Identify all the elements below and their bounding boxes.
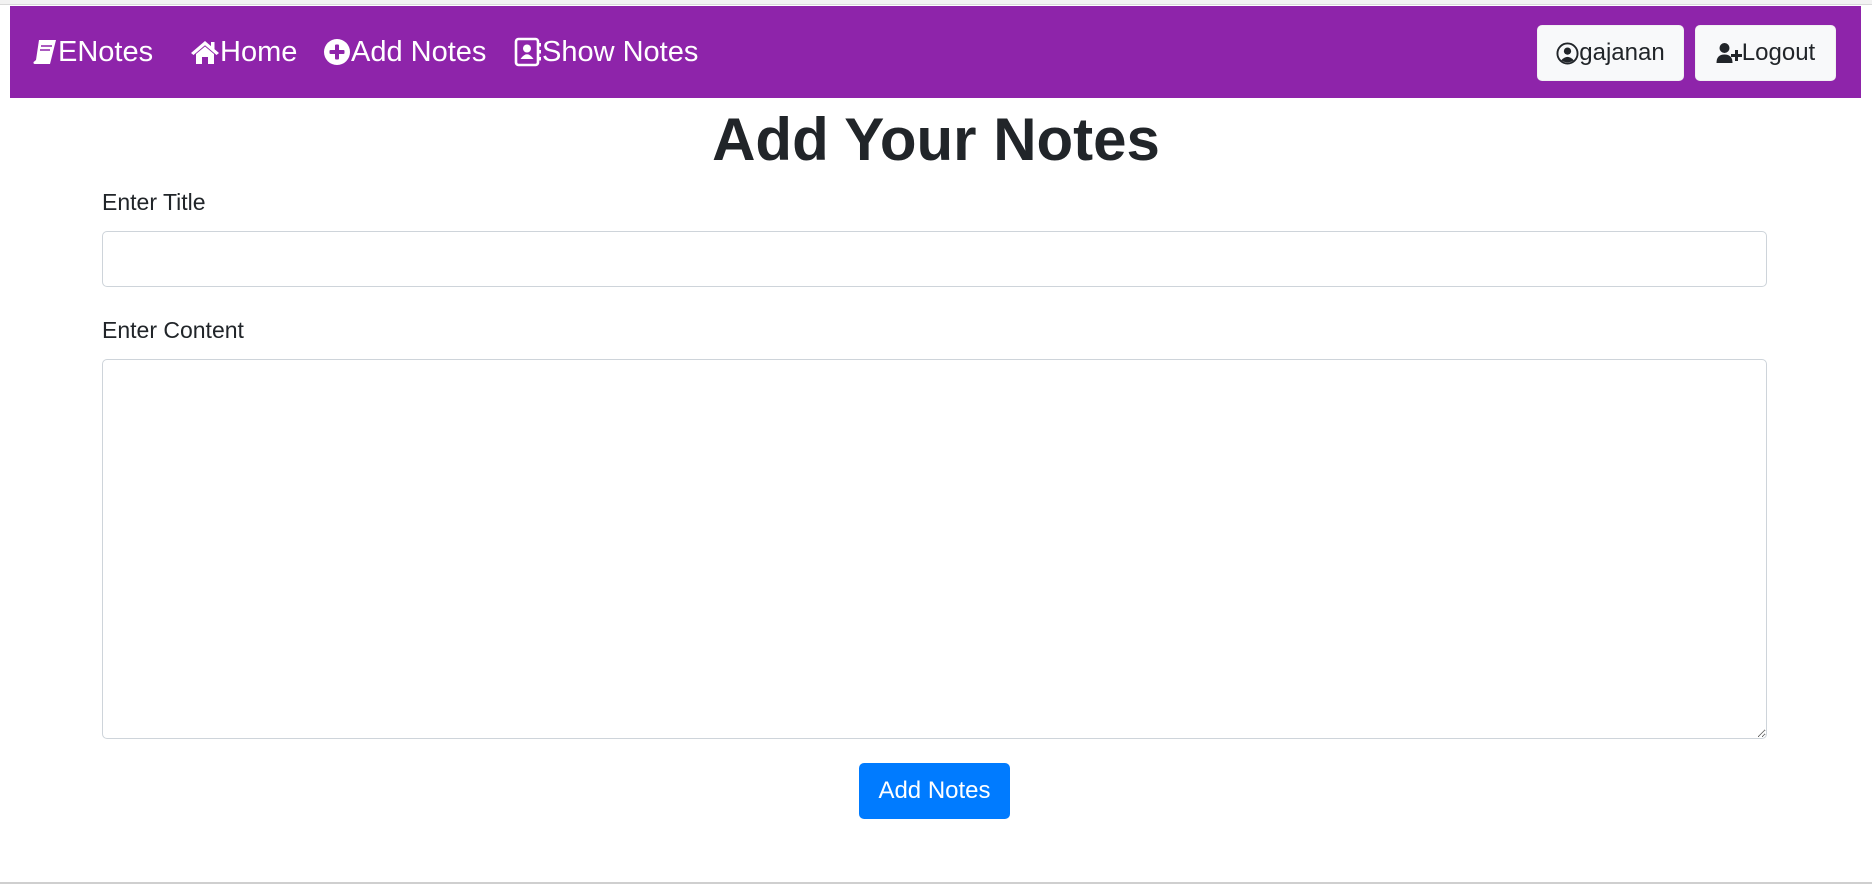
home-icon	[190, 39, 220, 65]
nav-home-label: Home	[220, 35, 298, 68]
user-button-label: gajanan	[1579, 39, 1665, 66]
nav-add-notes-link[interactable]: Add Notes	[323, 6, 486, 98]
add-notes-button[interactable]: Add Notes	[859, 763, 1010, 819]
user-plus-icon	[1716, 42, 1742, 64]
book-icon	[32, 38, 58, 66]
brand-link[interactable]: ENotes	[32, 6, 153, 98]
nav-show-notes-label: Show Notes	[542, 35, 699, 68]
page-title: Add Your Notes	[712, 106, 1160, 173]
nav-add-notes-label: Add Notes	[351, 35, 487, 68]
logout-button[interactable]: Logout	[1695, 25, 1836, 81]
address-book-icon	[514, 37, 542, 67]
plus-circle-icon	[323, 38, 351, 66]
title-input[interactable]	[102, 231, 1767, 287]
browser-top-rule	[0, 0, 1872, 5]
nav-home-link[interactable]: Home	[190, 6, 297, 98]
content-textarea[interactable]	[102, 359, 1767, 739]
nav-show-notes-link[interactable]: Show Notes	[514, 6, 698, 98]
page: ENotes Home Add Notes Show Notes gajanan…	[0, 0, 1872, 884]
content-label: Enter Content	[102, 317, 244, 343]
user-button[interactable]: gajanan	[1537, 25, 1684, 81]
title-label: Enter Title	[102, 189, 206, 215]
brand-label: ENotes	[58, 35, 154, 68]
navbar: ENotes Home Add Notes Show Notes gajanan…	[10, 6, 1861, 98]
logout-button-label: Logout	[1741, 39, 1816, 66]
user-circle-icon	[1556, 41, 1579, 65]
